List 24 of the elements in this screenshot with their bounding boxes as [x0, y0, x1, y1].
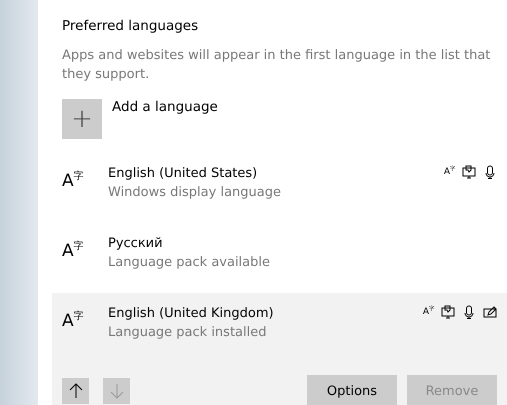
language-status: Windows display language: [108, 184, 282, 202]
language-name: English (United States): [108, 165, 258, 184]
up-arrow-icon: [68, 383, 82, 400]
section-heading: Preferred languages: [62, 18, 200, 34]
language-icon: A$^{字}$: [444, 167, 455, 178]
down-arrow-icon: [110, 383, 124, 400]
language-icon: A$^{字}$: [62, 311, 108, 332]
microphone-icon: [462, 305, 476, 320]
language-status: Language pack installed: [108, 324, 268, 342]
microphone-icon: [483, 165, 497, 180]
monitor-icon: [462, 165, 476, 180]
add-language-label[interactable]: Add a language: [112, 99, 218, 115]
language-status: Language pack available: [108, 254, 271, 272]
move-up-button[interactable]: [62, 378, 89, 404]
pen-icon: [483, 305, 497, 320]
add-language-button[interactable]: +: [62, 99, 102, 139]
options-button[interactable]: Options: [307, 375, 397, 405]
language-icon: A$^{字}$: [422, 307, 434, 318]
language-name: Русский: [108, 235, 164, 254]
language-icon: A$^{字}$: [62, 171, 108, 192]
language-name: English (United Kingdom): [108, 305, 275, 324]
section-description: Apps and websites will appear in the first language in the list that they support.: [62, 47, 492, 84]
language-icon: A$^{字}$: [62, 241, 108, 262]
monitor-icon: [441, 305, 455, 320]
